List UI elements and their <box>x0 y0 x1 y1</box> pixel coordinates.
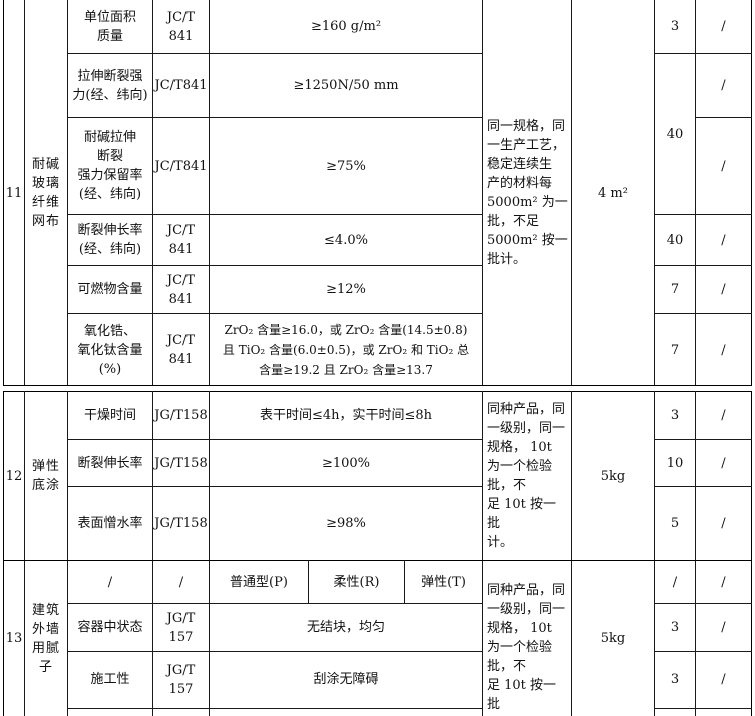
requirement-cell: ≥1250N/50 mm <box>293 78 399 93</box>
inspection-table: 11 耐碱 玻璃 纤维 网布 单位面积 质量 JC/T 841 ≥160 g/m… <box>0 0 755 716</box>
item-cell: 断裂伸长率 (经、纬向) <box>77 223 143 257</box>
extra-cell: / <box>721 408 726 423</box>
requirement-cell: ≥160 g/m² <box>310 19 382 34</box>
quantity-cell: 3 <box>670 408 680 423</box>
quantity-cell: 40 <box>666 126 684 142</box>
item-cell: 断裂伸长率 <box>77 455 143 471</box>
type-header-elastic: 弹性(T) <box>421 574 466 590</box>
quantity-cell: 7 <box>670 282 680 297</box>
standard-cell: / <box>178 574 184 590</box>
extra-cell: / <box>721 158 726 174</box>
requirement-cell: 表干时间≤4h，实干时间≤8h <box>259 408 433 423</box>
requirement-cell: ≥75% <box>326 158 366 174</box>
standard-cell: JC/T841 <box>154 78 208 93</box>
extra-cell: / <box>721 232 726 248</box>
standard-cell: JC/T 841 <box>166 9 196 44</box>
requirement-cell: 刮涂无障碍 <box>313 672 379 687</box>
item-cell: 氧化锆、 氧化钛含量 (%) <box>77 323 143 377</box>
item-cell: 容器中状态 <box>77 620 143 635</box>
extra-cell: / <box>721 620 726 635</box>
item-cell: 拉伸断裂强 力(经、纬向) <box>72 68 148 103</box>
item-cell: 单位面积 质量 <box>83 9 136 44</box>
sample-cell: 5kg <box>600 631 626 646</box>
extra-cell: / <box>721 19 726 34</box>
standard-cell: JG/T158 <box>154 408 208 423</box>
quantity-cell: 3 <box>670 620 680 635</box>
standard-cell: JC/T 841 <box>166 272 196 307</box>
standard-cell: JG/T 157 <box>166 662 196 697</box>
requirement-cell: ≥100% <box>321 455 371 471</box>
item-cell: 耐碱拉伸 断裂 强力保留率 (经、纬向) <box>77 130 143 202</box>
quantity-cell: 3 <box>670 19 680 34</box>
batch-cell: 同种产品，同 一级别，同一 规格， 10t 为一个检验 批，不 足 10t 按一… <box>487 402 566 550</box>
quantity-cell: 5 <box>670 516 680 531</box>
section-13-name: 建筑 外墙 用腻 子 <box>31 602 60 675</box>
requirement-cell: ≥12% <box>326 282 366 297</box>
type-header-ordinary: 普通型(P) <box>230 574 288 590</box>
item-cell: 表面憎水率 <box>77 516 143 531</box>
extra-cell: / <box>721 342 726 358</box>
standard-cell: JG/T158 <box>154 455 208 471</box>
sample-cell: 4 m² <box>598 185 628 201</box>
quantity-cell: 10 <box>666 455 684 471</box>
extra-cell: / <box>721 672 726 687</box>
standard-cell: JG/T158 <box>154 516 208 531</box>
extra-cell: / <box>721 574 726 590</box>
extra-cell: / <box>721 282 726 297</box>
section-13-number: 13 <box>5 631 23 646</box>
section-11-name: 耐碱 玻璃 纤维 网布 <box>31 157 60 229</box>
requirement-cell: ZrO₂ 含量≥16.0，或 ZrO₂ 含量(14.5±0.8) 且 TiO₂ … <box>222 323 470 377</box>
standard-cell: JC/T 841 <box>166 333 196 367</box>
quantity-cell: 7 <box>670 342 680 358</box>
section-11-number: 11 <box>5 185 23 201</box>
item-cell: 施工性 <box>90 672 130 687</box>
extra-cell: / <box>721 516 726 531</box>
sample-cell: 5kg <box>600 468 626 484</box>
requirement-cell: ≤4.0% <box>324 232 368 248</box>
requirement-cell: 无结块，均匀 <box>306 620 385 635</box>
quantity-cell: 3 <box>670 672 680 687</box>
batch-cell: 同种产品，同 一级别，同一 规格， 10t 为一个检验 批，不 足 10t 按一… <box>487 583 566 712</box>
quantity-cell: 40 <box>666 232 684 248</box>
standard-cell: JG/T 157 <box>166 610 196 645</box>
extra-cell: / <box>721 78 726 93</box>
standard-cell: JC/T 841 <box>166 223 196 257</box>
batch-cell: 同一规格，同 一生产工艺， 稳定连续生 产的材料每 5000m² 为一 批，不足… <box>487 119 568 267</box>
item-cell: / <box>107 574 113 590</box>
extra-cell: / <box>721 455 726 471</box>
item-cell: 干燥时间 <box>83 408 136 423</box>
section-12-name: 弹性 底涂 <box>31 459 60 493</box>
type-header-flexible: 柔性(R) <box>333 574 380 590</box>
section-12-number: 12 <box>5 468 23 484</box>
requirement-cell: ≥98% <box>326 516 366 531</box>
standard-cell: JC/T841 <box>154 158 208 174</box>
item-cell: 可燃物含量 <box>77 282 143 297</box>
quantity-cell: / <box>672 574 678 590</box>
